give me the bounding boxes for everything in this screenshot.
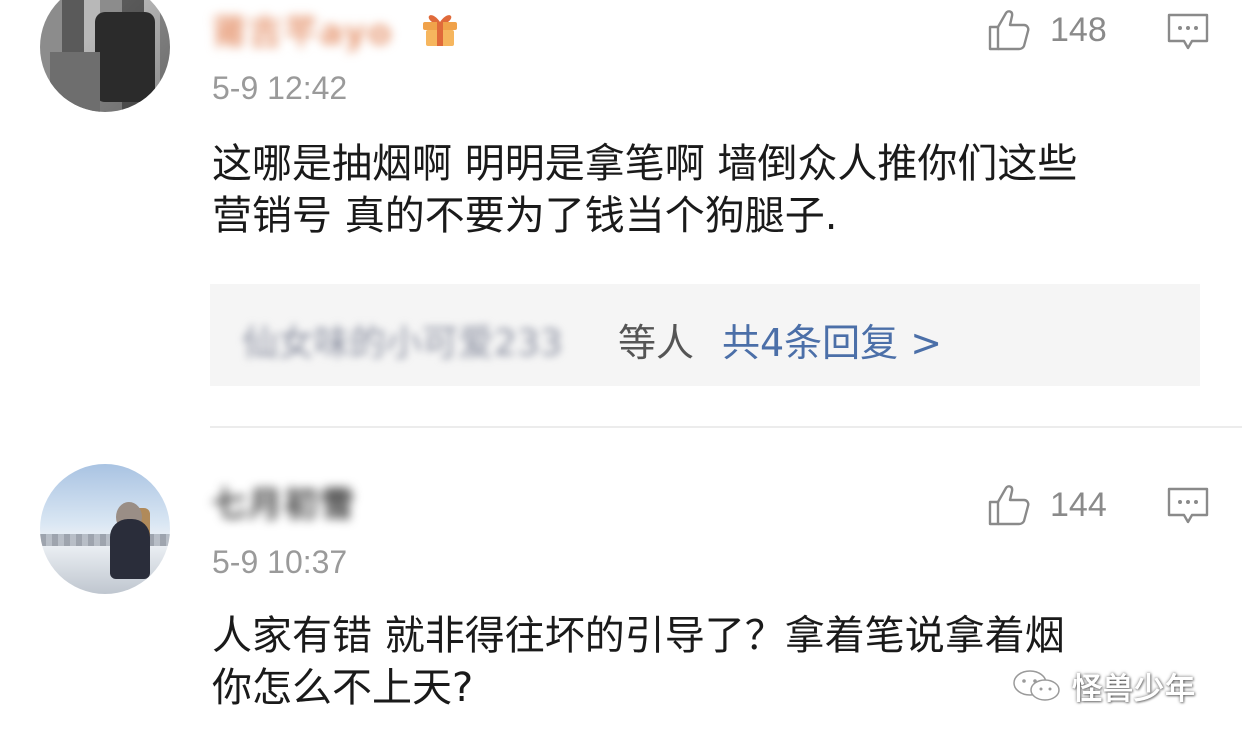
timestamp: 5-9 12:42	[212, 70, 348, 106]
view-replies-link[interactable]: 共4条回复 >	[722, 312, 942, 367]
comment-text: 这哪是抽烟啊 明明是拿笔啊 墙倒众人推你们这些 营销号 真的不要为了钱当个狗腿子…	[212, 138, 1212, 242]
comment-text-line: 这哪是抽烟啊 明明是拿笔啊 墙倒众人推你们这些	[212, 141, 1078, 187]
like-count: 144	[1050, 485, 1107, 524]
avatar-shape	[50, 52, 100, 112]
like-button[interactable]: 148	[986, 5, 1107, 55]
avatar-shape	[110, 519, 150, 579]
avatar[interactable]	[40, 0, 170, 112]
like-count: 148	[1050, 10, 1107, 49]
avatar-shape	[95, 12, 155, 102]
comment-bubble-icon[interactable]	[1166, 12, 1210, 52]
watermark: 怪兽少年	[1012, 666, 1196, 707]
thumbs-up-icon	[988, 10, 1030, 51]
wechat-icon	[1013, 670, 1060, 701]
username[interactable]: 莆吉芊ayo	[212, 8, 393, 53]
comment-item: 莆吉芊ayo 5-9 12:42 148 这哪是抽烟啊 明明是拿笔啊 墙倒众人推…	[0, 0, 1242, 420]
username[interactable]: 七月初雪	[212, 480, 356, 525]
comment-text-line: 营销号 真的不要为了钱当个狗腿子.	[212, 193, 838, 239]
watermark-text: 怪兽少年	[1072, 672, 1196, 707]
thumbs-up-icon	[988, 485, 1030, 526]
timestamp: 5-9 10:37	[212, 544, 348, 580]
avatar-shape	[40, 534, 170, 546]
replier-name[interactable]: 仙女味的小可爱233	[242, 314, 563, 366]
divider	[210, 426, 1242, 428]
avatar[interactable]	[40, 464, 170, 594]
comment-bubble-icon[interactable]	[1166, 486, 1210, 526]
comment-text-line: 人家有错 就非得往坏的引导了？拿着笔说拿着烟	[212, 613, 1065, 659]
gift-icon	[423, 15, 457, 46]
replies-preview[interactable]: 仙女味的小可爱233 等人 共4条回复 >	[210, 284, 1200, 386]
replier-suffix: 等人	[618, 321, 695, 365]
like-button[interactable]: 144	[986, 480, 1107, 530]
